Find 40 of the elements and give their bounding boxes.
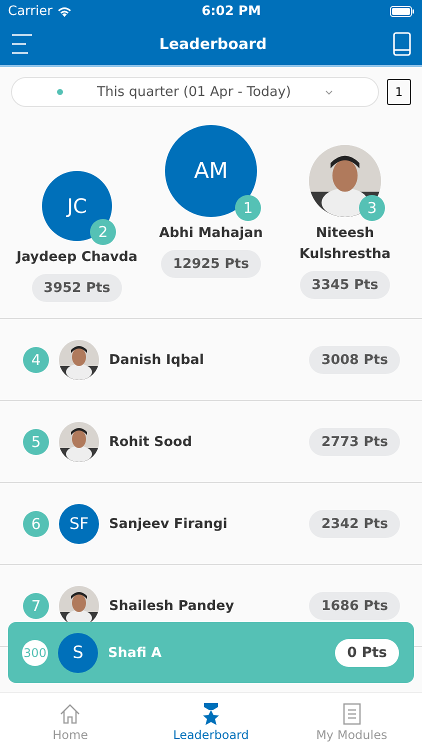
rank-badge: 1 (235, 195, 261, 221)
menu-icon[interactable] (10, 32, 34, 54)
rank-badge: 4 (23, 346, 49, 372)
rank-badge: 6 (23, 510, 49, 536)
rank-badge: 3 (359, 195, 385, 221)
avatar: S (58, 632, 98, 672)
user-name: Sanjeev Firangi (109, 516, 228, 532)
user-name: Danish Iqbal (109, 352, 205, 368)
carrier-label: Carrier (8, 4, 52, 18)
user-name: Rohit Sood (109, 434, 193, 450)
wifi-icon (57, 6, 72, 16)
user-name: Abhi Mahajan (159, 224, 263, 243)
clock: 6:02 PM (202, 4, 261, 18)
chevron-down-icon (325, 90, 333, 94)
book-icon[interactable] (392, 32, 412, 56)
points-pill: 1686 Pts (309, 592, 400, 620)
points-pill: 2342 Pts (309, 510, 400, 538)
points-pill: 0 Pts (335, 638, 399, 666)
tab[interactable]: Home (0, 693, 141, 750)
points-pill: 12925 Pts (160, 250, 262, 278)
rank-badge: 2 (90, 219, 116, 245)
period-dropdown[interactable]: This quarter (01 Apr - Today) (11, 77, 379, 107)
points-pill: 2773 Pts (309, 428, 400, 456)
rank-badge: 300 (22, 640, 48, 666)
avatar: SF (59, 504, 99, 544)
screen-title: Leaderboard (159, 34, 267, 52)
points-pill: 3008 Pts (309, 346, 400, 374)
points-pill: 3952 Pts (32, 274, 122, 302)
user-name: Niteesh Kulshrestha (298, 224, 392, 264)
battery-icon (390, 6, 414, 16)
user-name: Shafi A (108, 644, 163, 660)
user-name: Jaydeep Chavda (16, 248, 138, 267)
tab[interactable]: My Modules (281, 693, 422, 750)
dot-icon (57, 89, 63, 95)
page-number[interactable]: 1 (387, 79, 411, 105)
tab[interactable]: Leaderboard (140, 693, 282, 750)
rank-badge: 5 (23, 428, 49, 454)
rank-badge: 7 (23, 592, 49, 618)
user-name: Shailesh Pandey (109, 598, 236, 614)
points-pill: 3345 Pts (300, 271, 390, 299)
